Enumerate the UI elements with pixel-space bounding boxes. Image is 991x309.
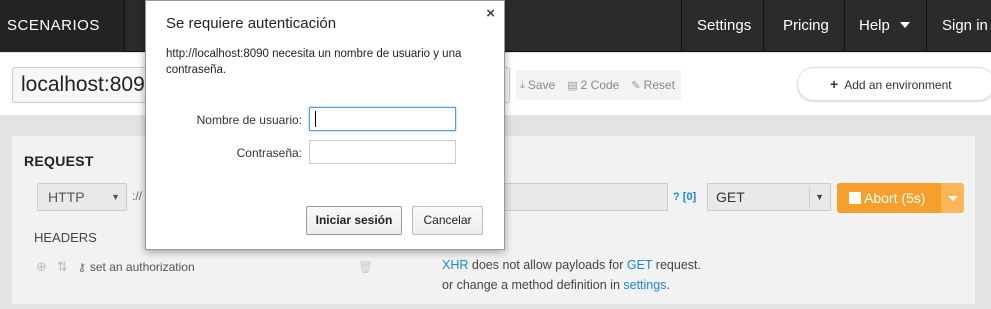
reset-label: Reset (643, 78, 675, 92)
stop-icon (849, 192, 861, 204)
sort-icon[interactable]: ⇅ (57, 259, 68, 275)
chevron-down-icon (899, 22, 910, 28)
header-placeholder[interactable]: set an authorization (90, 260, 195, 274)
scheme-separator: :// (132, 189, 143, 203)
code-label: 2 Code (580, 78, 620, 92)
protocol-value: HTTP (48, 189, 85, 205)
nav-help[interactable]: Help (844, 0, 926, 52)
text-cursor (315, 111, 316, 127)
plus-icon: + (830, 76, 839, 92)
save-button[interactable]: ⤓ Save (520, 78, 555, 92)
select-divider (809, 187, 810, 207)
help-links[interactable]: ? [0] (673, 191, 696, 203)
login-button[interactable]: Iniciar sesión (306, 206, 402, 235)
username-label: Nombre de usuario: (196, 113, 302, 127)
get-method-link[interactable]: GET (627, 258, 652, 272)
trash-icon[interactable]: 🗑 (358, 260, 373, 274)
settings-link[interactable]: settings (623, 278, 666, 292)
key-icon: ⚷ (77, 261, 86, 274)
add-circle-icon[interactable]: ⊕ (36, 259, 47, 275)
nav-help-label: Help (859, 17, 890, 34)
dropdown-arrow-icon: ▼ (111, 192, 120, 202)
request-url-input[interactable] (492, 183, 668, 211)
auth-dialog: Se requiere autenticación × http://local… (145, 0, 505, 250)
dialog-title: Se requiere autenticación (166, 15, 337, 32)
xhr-notice: XHR does not allow payloads for GET requ… (442, 255, 701, 295)
username-field[interactable] (309, 107, 456, 131)
save-label: Save (527, 78, 556, 92)
nav-pricing[interactable]: Pricing (763, 0, 844, 52)
password-field[interactable] (309, 140, 456, 164)
xhr-notice-text: does not allow payloads for (468, 258, 627, 272)
xhr-notice-suffix: . (666, 278, 670, 292)
abort-button[interactable]: Abort (5s) (837, 183, 941, 213)
add-environment-button[interactable]: + Add an environment (797, 67, 991, 101)
dropdown-arrow-icon: ▼ (815, 192, 824, 202)
brand-logo[interactable]: SCENARIOS (0, 0, 125, 52)
header-row: ⊕ ⇅ ⚷ set an authorization (36, 259, 195, 275)
protocol-select[interactable]: HTTP ▼ (37, 183, 127, 211)
action-toolbar: ⤓ Save ▤ 2 Code ✎ Reset (516, 70, 681, 100)
request-title: REQUEST (24, 153, 94, 169)
download-icon: ⤓ (520, 78, 525, 91)
document-icon: ▤ (567, 79, 578, 92)
nav-settings[interactable]: Settings (681, 0, 763, 52)
method-value: GET (716, 189, 745, 205)
nav-sign-in-label: Sign in (942, 17, 988, 34)
headers-label: HEADERS (34, 230, 97, 245)
nav-pricing-label: Pricing (783, 17, 829, 34)
eraser-icon: ✎ (631, 79, 641, 92)
close-icon[interactable]: × (486, 5, 495, 22)
method-select[interactable]: GET ▼ (707, 183, 831, 211)
abort-dropdown-toggle[interactable] (941, 183, 964, 213)
cancel-button[interactable]: Cancelar (412, 206, 483, 235)
password-label: Contraseña: (236, 146, 302, 160)
add-environment-label: Add an environment (844, 78, 952, 92)
xhr-notice-line2: or change a method definition in (442, 278, 624, 292)
nav-menu: Settings Pricing Help Sign in (681, 0, 991, 52)
code-button[interactable]: ▤ 2 Code (567, 78, 619, 92)
xhr-notice-text2: request. (652, 258, 701, 272)
abort-label: Abort (5s) (864, 190, 926, 206)
chevron-down-icon (948, 196, 958, 201)
xhr-link[interactable]: XHR (442, 258, 468, 272)
dialog-message: http://localhost:8090 necesita un nombre… (166, 48, 462, 76)
nav-sign-in[interactable]: Sign in (926, 0, 991, 52)
nav-settings-label: Settings (697, 17, 752, 34)
reset-button[interactable]: ✎ Reset (631, 78, 675, 92)
